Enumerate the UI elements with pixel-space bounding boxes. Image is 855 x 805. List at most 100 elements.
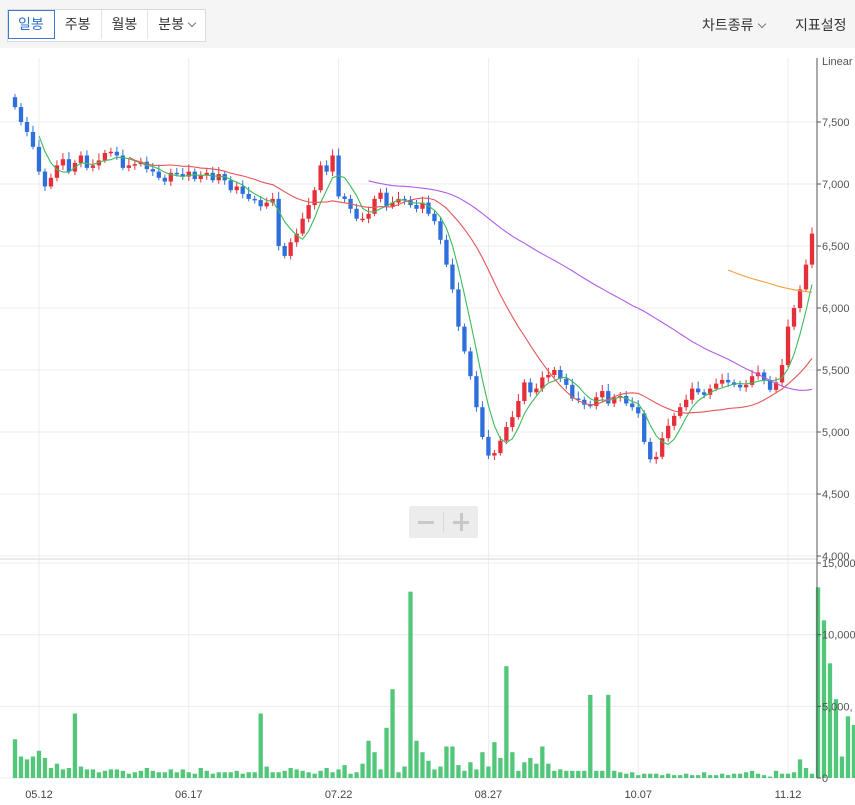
volume-bar: [432, 769, 437, 778]
volume-bar: [282, 770, 287, 778]
candle-body: [450, 264, 455, 290]
candle-body: [198, 175, 203, 180]
indicator-settings-button[interactable]: 지표설정: [795, 15, 847, 35]
volume-bar: [138, 770, 143, 778]
scale-label[interactable]: Linear: [822, 56, 853, 68]
candle-body: [246, 193, 251, 199]
candle-body: [701, 392, 707, 395]
volume-bar: [162, 772, 167, 778]
volume-bar: [546, 763, 551, 778]
volume-bar: [456, 765, 461, 778]
price-tick-label: 7,500: [822, 117, 850, 129]
price-tick-label: 6,000: [822, 303, 850, 315]
candlesticks: [12, 94, 815, 464]
candle-body: [132, 164, 138, 166]
date-tick-label: 08.27: [475, 789, 503, 801]
candle-body: [456, 289, 461, 327]
candle-body: [252, 198, 257, 201]
candle-body: [474, 376, 479, 408]
candle-body: [300, 218, 305, 234]
candle-body: [552, 370, 557, 375]
candle-body: [725, 379, 731, 383]
volume-bar: [672, 775, 677, 778]
volume-bar: [474, 769, 479, 778]
volume-bar: [678, 775, 683, 778]
period-selector: 일봉 주봉 월봉 분봉: [7, 9, 207, 42]
date-tick-label: 11.12: [775, 789, 802, 801]
candle-body: [42, 171, 48, 187]
volume-bar: [576, 770, 581, 778]
candle-body: [378, 192, 383, 199]
candle-body: [24, 122, 30, 132]
volume-bar: [845, 716, 851, 778]
candle-body: [624, 396, 629, 404]
volume-bar: [198, 767, 203, 778]
period-weekly-button[interactable]: 주봉: [55, 10, 102, 39]
chart-type-dropdown[interactable]: 차트종류: [702, 15, 766, 35]
volume-bar: [42, 757, 48, 778]
candle-body: [12, 97, 18, 108]
candle-body: [695, 388, 701, 393]
volume-bar: [570, 770, 575, 778]
volume-bar: [839, 756, 845, 778]
volume-bar: [522, 762, 527, 778]
volume-bar: [84, 769, 90, 778]
volume-bar: [534, 763, 539, 778]
candle-body: [492, 453, 497, 456]
volume-bar: [743, 772, 749, 778]
stock-chart[interactable]: Linear 4,0004,5005,0005,5006,0006,5007,0…: [0, 48, 855, 805]
volume-bar: [450, 746, 455, 778]
candle-body: [108, 151, 114, 154]
volume-bar: [294, 769, 299, 778]
moving-average-lines: [38, 135, 813, 446]
volume-bar: [252, 772, 257, 778]
period-minute-label: 분봉: [158, 16, 185, 32]
chevron-down-icon: [757, 19, 766, 29]
candle-body: [384, 192, 389, 207]
volume-bar: [594, 770, 599, 778]
volume-bar: [348, 773, 353, 778]
candle-body: [719, 379, 725, 384]
period-daily-button[interactable]: 일봉: [8, 10, 55, 39]
zoom-control: [409, 506, 478, 538]
candle-body: [498, 440, 503, 454]
volume-bar: [666, 773, 671, 778]
volume-bar: [78, 766, 84, 778]
moving-average-line-5: [38, 135, 813, 446]
volume-bar: [30, 756, 36, 778]
volume-bar: [54, 763, 60, 778]
candle-body: [276, 198, 281, 246]
volume-bar: [713, 775, 719, 778]
volume-tick-label: 5,000,: [822, 701, 853, 713]
volume-bar: [90, 769, 96, 778]
volume-bar: [444, 746, 449, 778]
price-tick-label: 6,500: [822, 241, 850, 253]
candle-body: [684, 399, 689, 408]
candle-body: [360, 218, 365, 221]
volume-bar: [797, 759, 803, 778]
candle-body: [642, 413, 647, 442]
candle-body: [366, 213, 371, 219]
volume-bar: [60, 769, 66, 778]
plus-icon[interactable]: [444, 506, 478, 538]
volume-bar: [498, 757, 503, 778]
candle-body: [504, 427, 509, 441]
volume-bar: [330, 772, 335, 778]
period-minute-dropdown[interactable]: 분봉: [148, 10, 205, 39]
minus-icon[interactable]: [409, 506, 443, 538]
candle-body: [240, 186, 245, 194]
volume-bar: [120, 770, 126, 778]
volume-bar: [24, 759, 30, 778]
period-monthly-button[interactable]: 월봉: [102, 10, 149, 39]
volume-bar: [618, 772, 623, 778]
candle-body: [324, 165, 329, 172]
candle-body: [330, 155, 335, 172]
volume-bar: [48, 767, 54, 778]
volume-bar: [132, 772, 138, 778]
volume-bar: [504, 666, 509, 778]
candle-body: [282, 246, 287, 256]
volume-bar: [36, 750, 42, 778]
volume-bar: [785, 773, 791, 778]
price-tick-label: 5,500: [822, 365, 850, 377]
price-tick-label: 4,500: [822, 489, 850, 501]
